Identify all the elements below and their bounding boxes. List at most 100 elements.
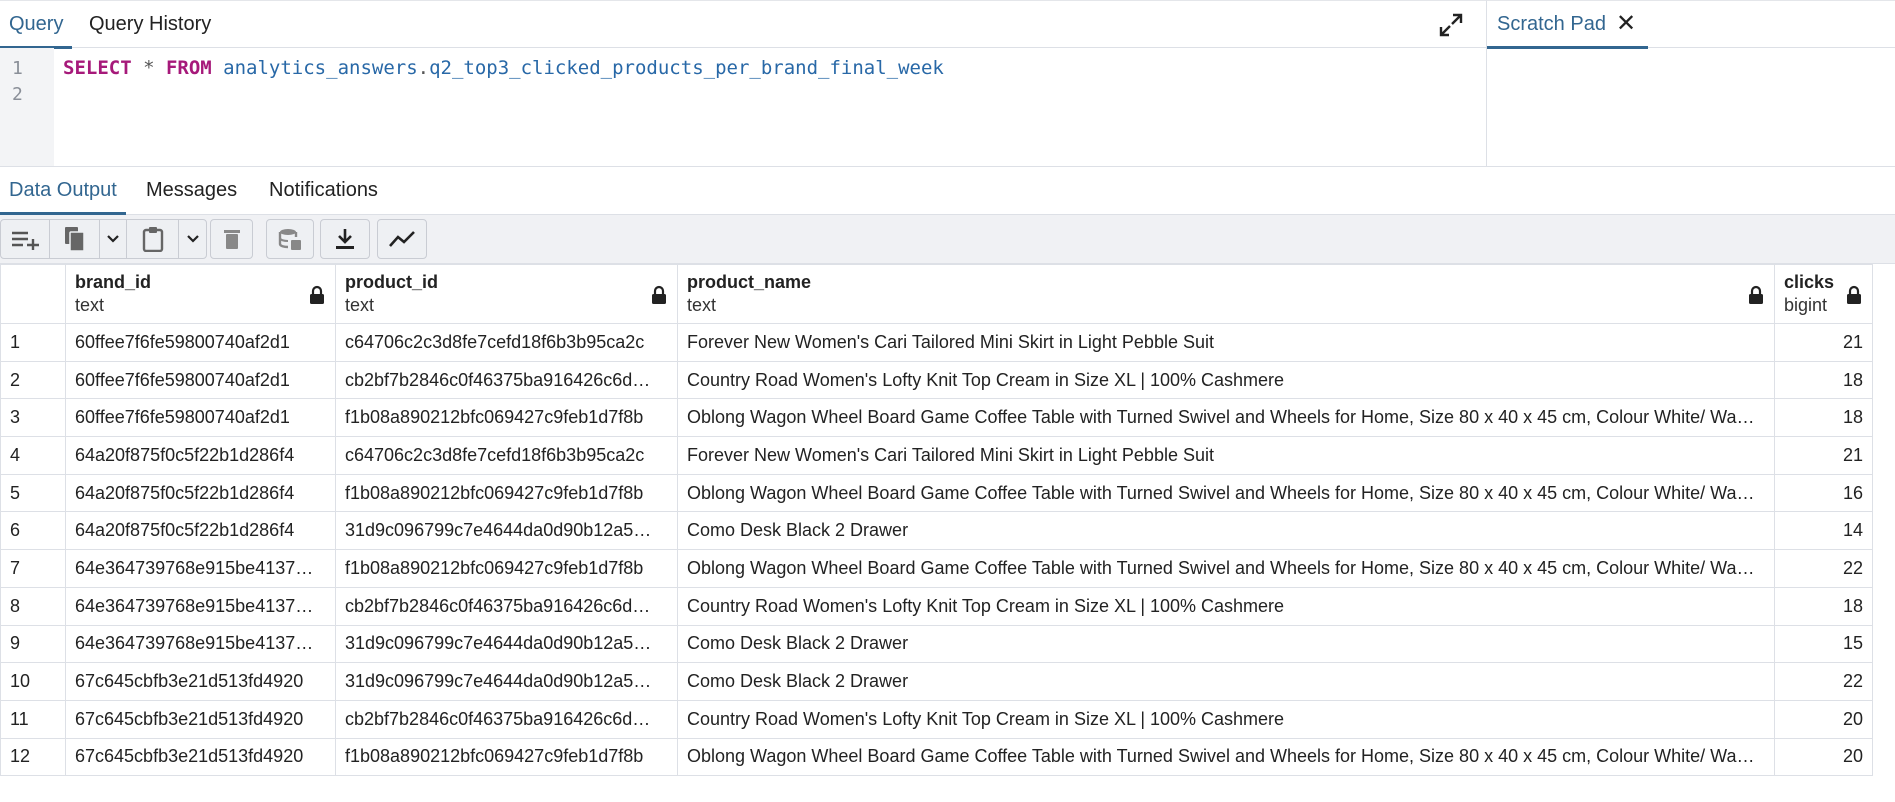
product-name-cell[interactable]: Forever New Women's Cari Tailored Mini S… <box>677 323 1775 362</box>
table-row[interactable]: 11 67c645cbfb3e21d513fd4920 cb2bf7b2846c0f… <box>0 699 1873 739</box>
clicks-cell[interactable]: 18 <box>1774 398 1873 438</box>
brand-id-cell[interactable]: 60ffee7f6fe59800740af2d1 <box>65 323 336 362</box>
product-id-cell[interactable]: c64706c2c3d8fe7cefd18f6b3b95ca2c <box>335 436 678 475</box>
delete-button[interactable] <box>211 220 252 258</box>
product-id-cell[interactable]: f1b08a890212bfc069427c9feb1d7f8b <box>335 549 678 588</box>
clicks-cell[interactable]: 21 <box>1774 436 1873 475</box>
clicks-cell[interactable]: 14 <box>1774 511 1873 551</box>
table-row[interactable]: 12 67c645cbfb3e21d513fd4920 f1b08a890212bf… <box>0 737 1873 777</box>
product-name-cell[interactable]: Como Desk Black 2 Drawer <box>677 624 1775 664</box>
graph-visualiser-button[interactable] <box>378 220 426 258</box>
row-number-cell[interactable]: 1 <box>0 323 66 362</box>
table-row[interactable]: 5 64a20f875f0c5f22b1d286f4 f1b08a890212bfc… <box>0 473 1873 513</box>
row-number-header[interactable] <box>0 264 66 324</box>
save-data-button[interactable] <box>267 220 313 258</box>
brand-id-cell[interactable]: 64a20f875f0c5f22b1d286f4 <box>65 436 336 475</box>
row-number-cell[interactable]: 4 <box>0 436 66 475</box>
brand-id-cell[interactable]: 64e364739768e915be4137… <box>65 586 336 626</box>
product-id-cell[interactable]: cb2bf7b2846c0f46375ba916426c6d… <box>335 586 678 626</box>
paste-options-dropdown[interactable] <box>179 220 206 258</box>
clicks-cell[interactable]: 20 <box>1774 699 1873 739</box>
brand-id-cell[interactable]: 67c645cbfb3e21d513fd4920 <box>65 662 336 701</box>
product-id-cell[interactable]: c64706c2c3d8fe7cefd18f6b3b95ca2c <box>335 323 678 362</box>
sql-editor[interactable]: 1 2 SELECT * FROM analytics_answers.q2_t… <box>0 48 1486 167</box>
product-id-cell[interactable]: f1b08a890212bfc069427c9feb1d7f8b <box>335 398 678 438</box>
close-icon[interactable]: ✕ <box>1616 11 1636 36</box>
clicks-cell[interactable]: 20 <box>1774 737 1873 777</box>
row-number-cell[interactable]: 5 <box>0 473 66 513</box>
product-name-cell[interactable]: Country Road Women's Lofty Knit Top Crea… <box>677 586 1775 626</box>
tab-scratch-pad[interactable]: Scratch Pad ✕ <box>1487 1 1649 49</box>
product-name-cell[interactable]: Oblong Wagon Wheel Board Game Coffee Tab… <box>677 737 1775 777</box>
row-number-cell[interactable]: 10 <box>0 662 66 701</box>
product-name-cell[interactable]: Country Road Women's Lofty Knit Top Crea… <box>677 699 1775 739</box>
product-id-cell[interactable]: cb2bf7b2846c0f46375ba916426c6d… <box>335 699 678 739</box>
column-header-product-name[interactable]: product_name text <box>677 264 1775 324</box>
column-header-brand-id[interactable]: brand_id text <box>65 264 336 324</box>
row-number-cell[interactable]: 9 <box>0 624 66 664</box>
brand-id-cell[interactable]: 67c645cbfb3e21d513fd4920 <box>65 737 336 777</box>
product-name-cell[interactable]: Como Desk Black 2 Drawer <box>677 511 1775 551</box>
table-row[interactable]: 9 64e364739768e915be4137… 31d9c096799c7e46… <box>0 624 1873 664</box>
brand-id-cell[interactable]: 64a20f875f0c5f22b1d286f4 <box>65 473 336 513</box>
table-row[interactable]: 2 60ffee7f6fe59800740af2d1 cb2bf7b2846c0f4… <box>0 360 1873 400</box>
column-header-clicks[interactable]: clicks bigint <box>1774 264 1873 324</box>
row-number-cell[interactable]: 7 <box>0 549 66 588</box>
clicks-cell[interactable]: 22 <box>1774 662 1873 701</box>
clicks-cell[interactable]: 18 <box>1774 586 1873 626</box>
product-id-cell[interactable]: 31d9c096799c7e4644da0d90b12a5… <box>335 511 678 551</box>
clicks-cell[interactable]: 16 <box>1774 473 1873 513</box>
clicks-cell[interactable]: 21 <box>1774 323 1873 362</box>
table-row[interactable]: 4 64a20f875f0c5f22b1d286f4 c64706c2c3d8fe7… <box>0 436 1873 475</box>
tab-messages[interactable]: Messages <box>137 167 246 215</box>
product-name-cell[interactable]: Oblong Wagon Wheel Board Game Coffee Tab… <box>677 549 1775 588</box>
row-number-cell[interactable]: 12 <box>0 737 66 777</box>
paste-button[interactable] <box>127 220 179 258</box>
download-button[interactable] <box>321 220 369 258</box>
row-number-cell[interactable]: 6 <box>0 511 66 551</box>
table-row[interactable]: 7 64e364739768e915be4137… f1b08a890212bfc0… <box>0 549 1873 588</box>
clicks-cell[interactable]: 22 <box>1774 549 1873 588</box>
product-id-cell[interactable]: f1b08a890212bfc069427c9feb1d7f8b <box>335 473 678 513</box>
product-name-cell[interactable]: Oblong Wagon Wheel Board Game Coffee Tab… <box>677 398 1775 438</box>
brand-id-cell[interactable]: 64a20f875f0c5f22b1d286f4 <box>65 511 336 551</box>
product-id-cell[interactable]: cb2bf7b2846c0f46375ba916426c6d… <box>335 360 678 400</box>
brand-id-cell[interactable]: 64e364739768e915be4137… <box>65 624 336 664</box>
copy-options-dropdown[interactable] <box>100 220 127 258</box>
clicks-cell[interactable]: 18 <box>1774 360 1873 400</box>
product-name-cell[interactable]: Country Road Women's Lofty Knit Top Crea… <box>677 360 1775 400</box>
code-line[interactable]: SELECT * FROM analytics_answers.q2_top3_… <box>63 57 944 79</box>
brand-id-cell[interactable]: 64e364739768e915be4137… <box>65 549 336 588</box>
copy-button[interactable] <box>50 220 100 258</box>
product-name-cell[interactable]: Forever New Women's Cari Tailored Mini S… <box>677 436 1775 475</box>
add-row-icon <box>12 231 39 250</box>
row-number-cell[interactable]: 2 <box>0 360 66 400</box>
tab-notifications[interactable]: Notifications <box>260 167 387 215</box>
table-row[interactable]: 1 60ffee7f6fe59800740af2d1 c64706c2c3d8fe7… <box>0 323 1873 362</box>
brand-id-cell[interactable]: 67c645cbfb3e21d513fd4920 <box>65 699 336 739</box>
column-header-product-id[interactable]: product_id text <box>335 264 678 324</box>
table-row[interactable]: 10 67c645cbfb3e21d513fd4920 31d9c096799c7e… <box>0 662 1873 701</box>
row-number-cell[interactable]: 8 <box>0 586 66 626</box>
product-id-cell[interactable]: 31d9c096799c7e4644da0d90b12a5… <box>335 662 678 701</box>
clicks-cell[interactable]: 15 <box>1774 624 1873 664</box>
product-id-cell[interactable]: 31d9c096799c7e4644da0d90b12a5… <box>335 624 678 664</box>
table-row[interactable]: 6 64a20f875f0c5f22b1d286f4 31d9c096799c7e4… <box>0 511 1873 551</box>
save-button-group <box>266 219 314 259</box>
product-name-cell[interactable]: Como Desk Black 2 Drawer <box>677 662 1775 701</box>
row-number-cell[interactable]: 3 <box>0 398 66 438</box>
brand-id-cell[interactable]: 60ffee7f6fe59800740af2d1 <box>65 398 336 438</box>
tab-query-history[interactable]: Query History <box>80 1 220 49</box>
maximize-button[interactable] <box>1437 11 1465 39</box>
tab-query[interactable]: Query <box>0 1 73 49</box>
row-number-cell[interactable]: 11 <box>0 699 66 739</box>
product-id-cell[interactable]: f1b08a890212bfc069427c9feb1d7f8b <box>335 737 678 777</box>
scratch-pad-area[interactable] <box>1486 48 1895 167</box>
table-row[interactable]: 3 60ffee7f6fe59800740af2d1 f1b08a890212bfc… <box>0 398 1873 438</box>
tab-data-output[interactable]: Data Output <box>0 167 126 215</box>
product-name-cell[interactable]: Oblong Wagon Wheel Board Game Coffee Tab… <box>677 473 1775 513</box>
brand-id-cell[interactable]: 60ffee7f6fe59800740af2d1 <box>65 360 336 400</box>
download-icon <box>336 229 354 249</box>
table-row[interactable]: 8 64e364739768e915be4137… cb2bf7b2846c0f46… <box>0 586 1873 626</box>
add-row-button[interactable] <box>1 220 50 258</box>
